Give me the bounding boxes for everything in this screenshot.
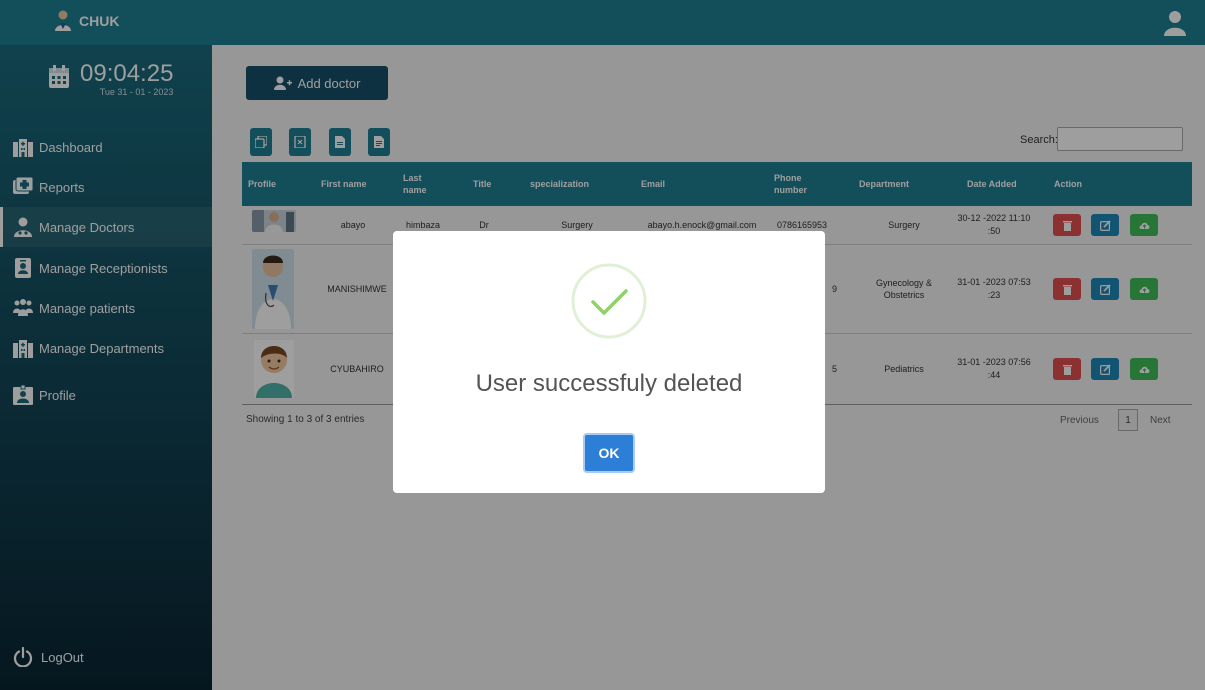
success-dialog: User successfuly deleted OK	[393, 231, 825, 493]
dialog-message: User successfuly deleted	[475, 370, 743, 397]
ok-button[interactable]: OK	[583, 433, 635, 473]
success-check-icon	[571, 263, 647, 339]
